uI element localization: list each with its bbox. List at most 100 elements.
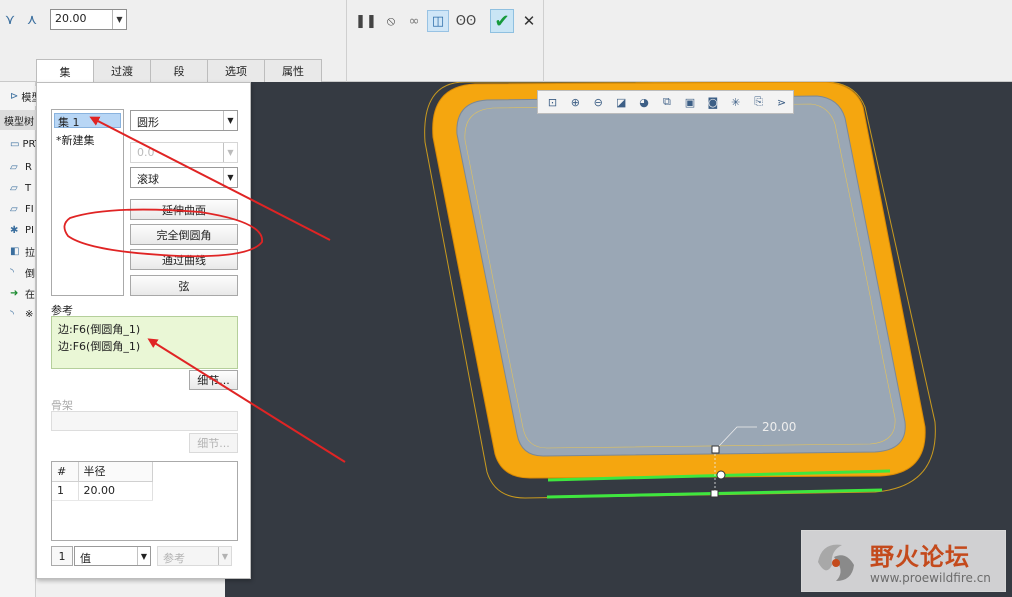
creation-method-select[interactable]: 滚球 ▼ xyxy=(130,167,238,188)
tab-properties[interactable]: 属性 xyxy=(264,59,322,82)
spin-center-icon[interactable]: ⋗ xyxy=(770,92,793,112)
references-details-button[interactable]: 细节... xyxy=(189,370,238,390)
reference-item[interactable]: 边:F6(倒圆角_1) xyxy=(58,338,231,355)
tab-transitions[interactable]: 过渡 xyxy=(93,59,151,82)
radius-row-controls: 1 值 ▼ 参考 ▼ xyxy=(51,546,232,566)
tree-icon: ⊳ xyxy=(10,90,19,102)
annotation-display-icon[interactable]: ⎘ xyxy=(747,92,770,112)
round-icon: ◝ xyxy=(10,266,14,278)
pause-button[interactable]: ❚❚ xyxy=(355,10,377,32)
saved-views-icon[interactable]: ⧉ xyxy=(656,92,679,112)
datum-display-icon[interactable]: ✳ xyxy=(724,92,747,112)
chevron-down-icon: ▼ xyxy=(223,143,237,162)
references-collector[interactable]: 边:F6(倒圆角_1) 边:F6(倒圆角_1) xyxy=(51,316,238,369)
datum-plane-icon: ▱ xyxy=(10,203,18,215)
cross-section-shape-select[interactable]: 圆形 ▼ xyxy=(130,110,238,131)
verify-mode-icon[interactable]: ◫ xyxy=(427,10,449,32)
skeleton-details-button: 细节... xyxy=(189,433,238,453)
tree-item-round-active[interactable]: ◝ ※ xyxy=(0,304,36,324)
radius-table[interactable]: # 半径 1 20.00 xyxy=(51,461,238,541)
cancel-close-icon[interactable]: ✕ xyxy=(518,10,540,32)
round-set-mode-icon[interactable]: ⋎ xyxy=(0,10,20,30)
datum-plane-icon: ▱ xyxy=(10,161,18,173)
radius-drag-handle[interactable] xyxy=(711,445,720,454)
chevron-down-icon[interactable]: ▼ xyxy=(112,10,126,29)
set-item-1[interactable]: 集 1 xyxy=(54,113,121,129)
confirm-check-icon[interactable]: ✔ xyxy=(490,9,514,33)
glasses-icon[interactable]: ʘʘ xyxy=(455,10,477,32)
table-header-row: # 半径 xyxy=(52,462,153,482)
skeleton-collector xyxy=(51,411,238,431)
tab-pieces[interactable]: 段 xyxy=(150,59,208,82)
model-tree: ⊳模型树 模型树 ▭PRT0 ▱R ▱T ▱FI ✱PI ◧拉 ◝倒 ➜在 ◝※ xyxy=(0,82,36,597)
value-type-select[interactable]: 值 ▼ xyxy=(74,546,151,566)
chord-button[interactable]: 弦 xyxy=(130,275,238,296)
full-round-button[interactable]: 完全倒圆角 xyxy=(130,224,238,245)
chevron-down-icon[interactable]: ▼ xyxy=(137,547,150,565)
perspective-icon[interactable]: ◙ xyxy=(701,92,724,112)
tree-item-round[interactable]: ◝ 倒 xyxy=(0,262,36,282)
forum-title: 野火论坛 xyxy=(870,543,970,571)
toolbar-divider xyxy=(543,0,544,82)
graphics-viewport[interactable]: 20.00 xyxy=(225,81,1012,597)
reference-type-select: 参考 ▼ xyxy=(157,546,232,566)
column-header-number: # xyxy=(52,462,79,482)
extend-surfaces-button[interactable]: 延伸曲面 xyxy=(130,199,238,220)
edge-drag-handle[interactable] xyxy=(710,489,719,498)
tree-item-plane-front[interactable]: ▱ FI xyxy=(0,199,36,219)
chevron-down-icon[interactable]: ▼ xyxy=(223,111,237,130)
preview-icon[interactable]: ∞ xyxy=(403,10,425,32)
display-style-icon[interactable]: ◕ xyxy=(633,92,656,112)
conic-value: 0.0 xyxy=(137,146,155,159)
radius-cell[interactable]: 20.00 xyxy=(78,481,153,501)
conic-value-select: 0.0 ▼ xyxy=(130,142,238,163)
new-set-item[interactable]: *新建集 xyxy=(56,132,95,148)
radius-value[interactable]: 20.00 xyxy=(51,10,112,29)
through-curve-button[interactable]: 通过曲线 xyxy=(130,249,238,270)
zoom-out-icon[interactable]: ⊖ xyxy=(587,92,610,112)
arrow-right-icon: ➜ xyxy=(10,287,19,299)
zoom-in-icon[interactable]: ⊕ xyxy=(564,92,587,112)
toolbar-divider xyxy=(346,0,347,82)
column-header-radius: 半径 xyxy=(78,462,153,482)
forum-watermark: 野火论坛 www.proewildfire.cn xyxy=(801,530,1006,592)
model-tree-tab[interactable]: 模型树 xyxy=(0,110,36,130)
row-number-cell: 1 xyxy=(52,481,79,501)
value-type-value: 值 xyxy=(80,552,91,565)
set-list[interactable]: 集 1 *新建集 xyxy=(51,109,124,296)
radius-input[interactable]: 20.00 ▼ xyxy=(50,9,127,30)
center-handle[interactable] xyxy=(716,470,726,480)
row-number-field: 1 xyxy=(51,546,73,566)
shape-value: 圆形 xyxy=(137,116,159,129)
method-value: 滚球 xyxy=(137,173,159,186)
transition-mode-icon[interactable]: ⋏ xyxy=(22,10,42,30)
tab-options[interactable]: 选项 xyxy=(207,59,265,82)
tree-item-extrude[interactable]: ◧ 拉 xyxy=(0,241,36,261)
sets-panel: 集 1 *新建集 圆形 ▼ 0.0 ▼ 滚球 ▼ 延伸曲面 完全倒圆角 通过曲线… xyxy=(36,82,251,579)
model-view[interactable]: 20.00 xyxy=(225,81,1012,597)
radius-dimension-label[interactable]: 20.00 xyxy=(762,420,796,434)
tree-item-plane-right[interactable]: ▱ R xyxy=(0,157,36,177)
tree-item-part[interactable]: ▭PRT0 xyxy=(0,134,36,154)
forum-logo-icon xyxy=(818,544,854,581)
model-tree-header[interactable]: ⊳模型树 xyxy=(0,86,36,106)
extrude-icon: ◧ xyxy=(10,245,20,257)
repaint-icon[interactable]: ◪ xyxy=(610,92,633,112)
part-icon: ▭ xyxy=(10,138,20,150)
round-icon: ◝ xyxy=(10,308,14,320)
top-face[interactable] xyxy=(456,95,906,457)
view-manager-icon[interactable]: ▣ xyxy=(678,92,701,112)
stop-icon[interactable]: ⦸ xyxy=(380,10,402,32)
chevron-down-icon[interactable]: ▼ xyxy=(223,168,237,187)
tree-item-plane-top[interactable]: ▱ T xyxy=(0,178,36,198)
tab-sets[interactable]: 集 xyxy=(36,59,94,83)
dashboard-tabs: 集 过渡 段 选项 属性 xyxy=(36,59,322,83)
refit-icon[interactable]: ⊡ xyxy=(541,92,564,112)
coordinate-system-icon: ✱ xyxy=(10,224,19,236)
tree-item-insert-here[interactable]: ➜ 在 xyxy=(0,283,36,303)
datum-plane-icon: ▱ xyxy=(10,182,18,194)
chevron-down-icon: ▼ xyxy=(218,547,231,565)
tree-item-csys[interactable]: ✱ PI xyxy=(0,220,36,240)
table-row[interactable]: 1 20.00 xyxy=(52,481,153,501)
reference-item[interactable]: 边:F6(倒圆角_1) xyxy=(58,321,231,338)
